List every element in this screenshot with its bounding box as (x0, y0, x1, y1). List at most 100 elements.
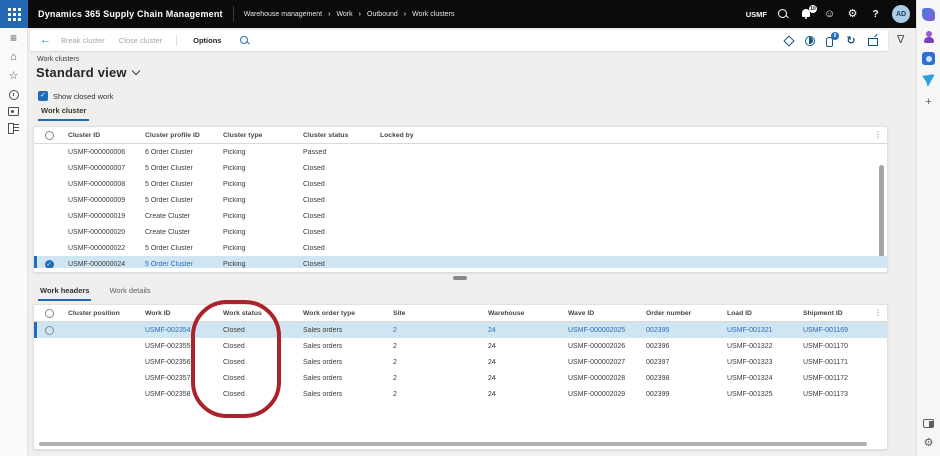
select-all-checkbox[interactable] (44, 130, 54, 140)
table-row[interactable]: USMF-000000019 Create Cluster Picking Close… (34, 208, 887, 224)
breadcrumb-item[interactable]: Work (336, 11, 352, 18)
feedback-smiley-icon[interactable]: ☺ (823, 8, 836, 21)
column-header-warehouse[interactable]: Warehouse (484, 310, 564, 317)
recent-clock-icon[interactable] (8, 90, 19, 100)
office-apps-icon[interactable] (782, 35, 794, 47)
home-icon[interactable]: ⌂ (7, 51, 20, 64)
vertical-scrollbar[interactable] (879, 165, 884, 267)
back-arrow-icon[interactable]: ← (40, 30, 51, 51)
profile-person-icon[interactable] (922, 30, 935, 43)
cell-work-id[interactable]: USMF-002354 (141, 327, 219, 334)
column-header-cluster-type[interactable]: Cluster type (219, 132, 299, 139)
sidebar-settings-gear-icon[interactable]: ⚙ (922, 437, 935, 450)
user-avatar[interactable]: AD (892, 5, 910, 23)
table-row[interactable]: USMF-000000007 5 Order Cluster Picking Clos… (34, 160, 887, 176)
app-launcher-waffle-icon[interactable] (0, 0, 28, 28)
cell-site[interactable]: 2 (389, 327, 484, 334)
filter-funnel-icon[interactable]: ∇ (897, 33, 904, 46)
favorites-star-icon[interactable]: ☆ (7, 70, 20, 83)
table-row[interactable]: ✓ USMF-000000024 5 Order Cluster Picking Clo… (34, 256, 887, 268)
cell-site: 2 (393, 390, 397, 398)
drop-plane-icon[interactable] (922, 74, 935, 87)
expand-menu-icon[interactable]: ≡ (7, 32, 20, 45)
options-button[interactable]: Options (193, 36, 221, 45)
column-header-cluster-status[interactable]: Cluster status (299, 132, 376, 139)
column-header-cluster-position[interactable]: Cluster position (64, 310, 141, 317)
more-options-icon[interactable]: ⋮ (874, 130, 882, 139)
cell-cluster-id: USMF-000000024 (68, 260, 126, 268)
refresh-icon[interactable]: ↻ (845, 35, 857, 47)
column-header-cluster-id[interactable]: Cluster ID (64, 132, 141, 139)
row-select-checkbox[interactable]: ✓ (44, 259, 54, 268)
cell-work-order-type: Sales orders (303, 390, 343, 398)
cell-cluster-status: Closed (303, 180, 325, 188)
splitter-handle[interactable] (453, 276, 467, 280)
column-header-work-order-type[interactable]: Work order type (299, 310, 389, 317)
tab-work-cluster[interactable]: Work cluster (38, 106, 90, 121)
row-select-checkbox[interactable] (44, 325, 54, 335)
tab-work-headers[interactable]: Work headers (38, 286, 92, 301)
checkbox-checked-icon[interactable]: ✓ (38, 91, 48, 101)
app-title[interactable]: Dynamics 365 Supply Chain Management (38, 9, 223, 19)
table-row[interactable]: USMF-000000020 Create Cluster Picking Close… (34, 224, 887, 240)
column-header-locked-by[interactable]: Locked by (376, 132, 887, 139)
cell-cluster-type: Picking (223, 164, 246, 172)
contrast-view-icon[interactable] (803, 35, 815, 47)
breadcrumb-item[interactable]: Outbound (367, 11, 398, 18)
open-in-new-window-icon[interactable] (866, 35, 878, 47)
workspaces-icon[interactable] (8, 107, 19, 116)
cell-load-id[interactable]: USMF-001321 (723, 327, 799, 334)
table-row[interactable]: USMF-000000008 5 Order Cluster Picking Clos… (34, 176, 887, 192)
column-header-site[interactable]: Site (389, 310, 484, 317)
cell-warehouse[interactable]: 24 (484, 327, 564, 334)
visual-search-camera-icon[interactable] (922, 52, 935, 65)
select-all-checkbox[interactable] (44, 308, 54, 318)
cell-cluster-profile-id: Create Cluster (145, 228, 191, 236)
cell-cluster-status: Closed (303, 260, 325, 268)
page-title-row[interactable]: Standard view (36, 65, 140, 80)
panel-toggle-icon[interactable] (923, 419, 934, 428)
show-closed-work-toggle[interactable]: ✓ Show closed work (38, 91, 113, 101)
table-row[interactable]: USMF-002356 Closed Sales orders 2 24 USMF-000… (34, 354, 887, 370)
modules-icon[interactable] (8, 123, 19, 134)
cell-cluster-profile-id[interactable]: 5 Order Cluster (141, 261, 219, 268)
table-row[interactable]: USMF-000000009 5 Order Cluster Picking Clos… (34, 192, 887, 208)
cell-cluster-type: Picking (223, 228, 246, 236)
column-header-work-id[interactable]: Work ID (141, 310, 219, 317)
notifications-bell-icon[interactable]: 10 (800, 4, 817, 21)
table-row[interactable]: USMF-002358 Closed Sales orders 2 24 USMF-000… (34, 386, 887, 402)
table-row[interactable]: USMF-002357 Closed Sales orders 2 24 USMF-000… (34, 370, 887, 386)
search-icon[interactable] (777, 8, 790, 21)
tab-work-details[interactable]: Work details (107, 286, 152, 301)
column-header-cluster-profile-id[interactable]: Cluster profile ID (141, 132, 219, 139)
column-header-work-status[interactable]: Work status (219, 310, 299, 317)
table-row[interactable]: USMF-002354 Closed Sales orders 2 24 USMF-000… (34, 322, 887, 338)
cell-wave-id: USMF-000002027 (568, 358, 626, 366)
column-header-wave-id[interactable]: Wave ID (564, 310, 642, 317)
shopping-tag-icon[interactable] (922, 8, 935, 21)
cell-wave-id: USMF-000002028 (568, 374, 626, 382)
more-options-icon[interactable]: ⋮ (874, 308, 882, 317)
breadcrumb-item[interactable]: Warehouse management (244, 11, 322, 18)
column-header-load-id[interactable]: Load ID (723, 310, 799, 317)
cell-wave-id[interactable]: USMF-000002025 (564, 327, 642, 334)
table-row[interactable]: USMF-000000022 5 Order Cluster Picking Clos… (34, 240, 887, 256)
help-icon[interactable]: ? (869, 8, 882, 21)
cell-cluster-id: USMF-000000007 (68, 164, 126, 172)
company-selector[interactable]: USMF (746, 10, 767, 19)
action-search-icon[interactable] (239, 35, 250, 46)
cell-load-id: USMF-001325 (727, 390, 773, 398)
table-row[interactable]: USMF-000000006 6 Order Cluster Picking Pass… (34, 144, 887, 160)
cell-shipment-id[interactable]: USMF-001169 (799, 327, 887, 334)
add-icon[interactable]: + (922, 96, 935, 109)
attachment-count-badge: 0 (831, 31, 839, 40)
column-header-order-number[interactable]: Order number (642, 310, 723, 317)
grid-body: USMF-000000006 6 Order Cluster Picking Pass… (34, 139, 887, 268)
cell-order-number[interactable]: 002395 (642, 327, 723, 334)
horizontal-scrollbar[interactable] (39, 442, 867, 446)
table-row[interactable]: USMF-002355 Closed Sales orders 2 24 USMF-000… (34, 338, 887, 354)
cell-cluster-type: Picking (223, 244, 246, 252)
settings-gear-icon[interactable]: ⚙ (846, 8, 859, 21)
attachments-icon[interactable]: 0 (824, 31, 839, 47)
breadcrumb-item[interactable]: Work clusters (412, 11, 454, 18)
